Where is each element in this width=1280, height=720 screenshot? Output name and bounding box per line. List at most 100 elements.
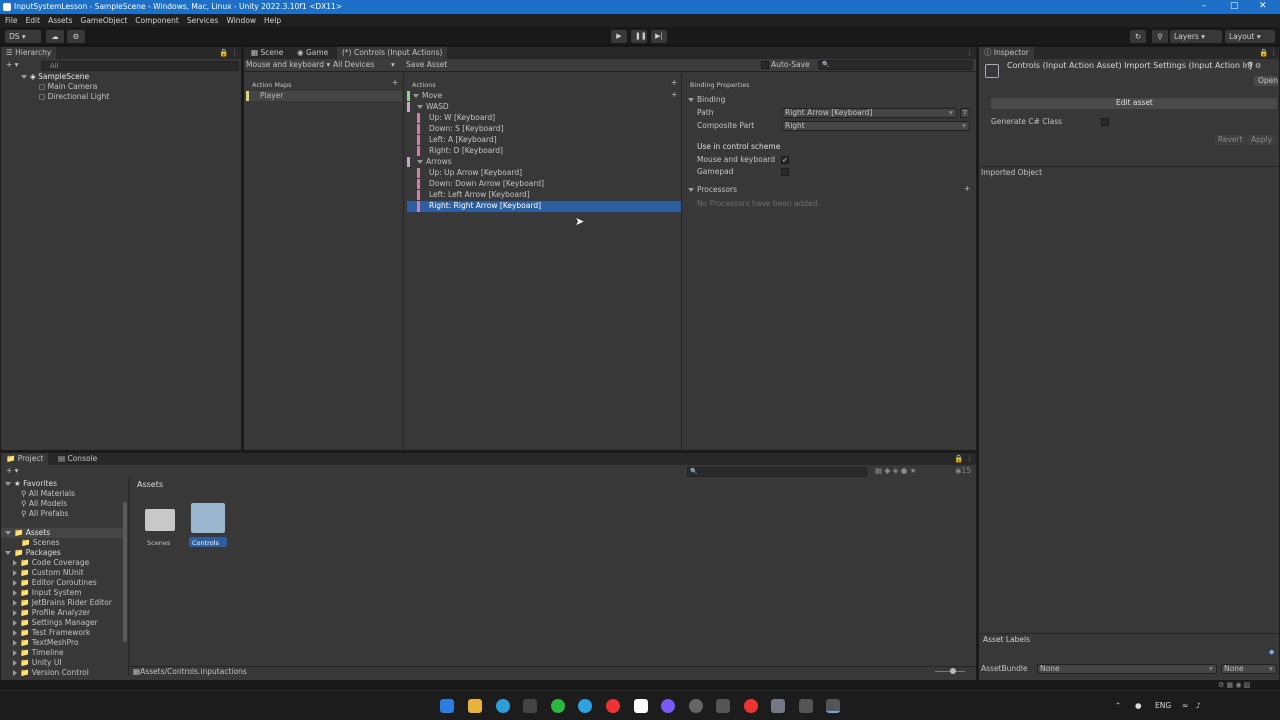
play-icon[interactable]: ▶ <box>611 30 627 43</box>
volume-icon[interactable]: ♪ <box>1196 701 1201 711</box>
binding-row[interactable]: Down: S [Keyboard] <box>407 124 681 134</box>
browser-icon[interactable] <box>744 699 758 713</box>
zoom-slider-handle[interactable] <box>950 668 956 674</box>
package-item[interactable]: 📁 Custom NUnit <box>13 568 84 578</box>
path-listen-button[interactable]: T <box>960 108 970 118</box>
hierarchy-item-directional-light[interactable]: ◻ Directional Light <box>39 92 109 102</box>
history-icon[interactable]: ↻ <box>1130 30 1146 43</box>
menu-file[interactable]: File <box>5 16 18 25</box>
asset-tile-scenes[interactable]: Scenes <box>141 501 181 549</box>
lock-icon[interactable]: 🔒 <box>1259 48 1268 58</box>
hierarchy-item-main-camera[interactable]: ◻ Main Camera <box>39 82 97 92</box>
settings-gear-icon[interactable] <box>771 699 785 713</box>
tree-scrollbar[interactable] <box>123 502 127 642</box>
add-binding-button[interactable]: + <box>671 90 677 100</box>
menu-component[interactable]: Component <box>135 16 179 25</box>
package-item[interactable]: 📁 Profile Analyzer <box>13 608 90 618</box>
asset-bundle-dropdown[interactable]: None ▾ <box>1037 664 1217 674</box>
github-icon[interactable] <box>689 699 703 713</box>
package-item[interactable]: 📁 Unity UI <box>13 658 62 668</box>
package-item[interactable]: 📁 Editor Coroutines <box>13 578 97 588</box>
filter-icons[interactable]: ▦ ◆ ◈ ● ★ <box>875 466 916 476</box>
action-move-row[interactable]: Move + <box>407 90 681 101</box>
auto-save-checkbox[interactable] <box>761 61 769 69</box>
favorite-item[interactable]: ⚲ All Prefabs <box>21 509 68 519</box>
package-item[interactable]: 📁 Timeline <box>13 648 64 658</box>
pause-icon[interactable]: ❚❚ <box>631 30 647 43</box>
open-button[interactable]: Open <box>1254 76 1278 86</box>
package-item[interactable]: 📁 JetBrains Rider Editor <box>13 598 112 608</box>
store-icon[interactable] <box>523 699 537 713</box>
favorite-item[interactable]: ⚲ All Materials <box>21 489 75 499</box>
binding-row[interactable]: Down: Down Arrow [Keyboard] <box>407 179 681 189</box>
edge-icon[interactable] <box>496 699 510 713</box>
favorite-item[interactable]: ⚲ All Models <box>21 499 67 509</box>
package-item[interactable]: 📁 Version Control <box>13 668 89 676</box>
actions-search-input[interactable]: 🔍 <box>818 60 973 70</box>
help-icon[interactable]: ❔ <box>1246 61 1255 71</box>
tray-chevron-icon[interactable]: ⌃ <box>1115 701 1121 711</box>
maximize-icon[interactable]: □ <box>1230 1 1239 11</box>
menu-help[interactable]: Help <box>264 16 281 25</box>
edit-asset-button[interactable]: Edit asset <box>991 98 1277 109</box>
status-icons[interactable]: ⚙ ▦ ◉ ▧ <box>1218 680 1250 690</box>
folder-scenes[interactable]: 📁 Scenes <box>21 538 60 548</box>
scene-row[interactable]: ◈ SampleScene <box>1 72 241 82</box>
close-icon[interactable]: ✕ <box>1259 1 1267 11</box>
binding-row[interactable]: Right: D [Keyboard] <box>407 146 681 156</box>
composite-part-dropdown[interactable]: Right ▾ <box>782 121 970 131</box>
generate-class-checkbox[interactable] <box>1101 118 1109 126</box>
menu-edit[interactable]: Edit <box>26 16 41 25</box>
revert-button[interactable]: Revert <box>1215 135 1245 145</box>
folder-assets[interactable]: 📁 Assets <box>1 528 127 538</box>
settings-icon[interactable]: ⚙ <box>1255 61 1261 71</box>
menu-window[interactable]: Window <box>226 16 256 25</box>
menu-services[interactable]: Services <box>187 16 219 25</box>
unity-icon[interactable] <box>799 699 813 713</box>
microphone-icon[interactable]: ● <box>1135 701 1142 711</box>
label-tag-icon[interactable]: ◆ <box>1269 647 1274 657</box>
add-processor-button[interactable]: + <box>964 184 970 194</box>
step-icon[interactable]: ▶| <box>651 30 667 43</box>
unity-editor-icon[interactable] <box>826 699 840 713</box>
scheme-mouse-keyboard-checkbox[interactable]: ✓ <box>781 156 789 164</box>
binding-row[interactable]: Up: Up Arrow [Keyboard] <box>407 168 681 178</box>
menu-assets[interactable]: Assets <box>48 16 72 25</box>
search-icon[interactable]: ⚲ <box>1152 30 1168 43</box>
telegram-icon[interactable] <box>578 699 592 713</box>
scheme-gamepad-checkbox[interactable] <box>781 168 789 176</box>
composite-wasd-row[interactable]: WASD <box>407 102 681 112</box>
notion-icon[interactable] <box>634 699 648 713</box>
account-button[interactable]: DS ▾ <box>5 30 41 43</box>
tab-project[interactable]: 📁 Project <box>1 453 49 465</box>
package-item[interactable]: 📁 Code Coverage <box>13 558 89 568</box>
composite-arrows-row[interactable]: Arrows <box>407 157 681 167</box>
project-search-input[interactable]: 🔍 <box>687 467 867 477</box>
menu-gameobject[interactable]: GameObject <box>81 16 128 25</box>
asset-variant-dropdown[interactable]: None ▾ <box>1221 664 1277 674</box>
hierarchy-tab[interactable]: ☰ Hierarchy <box>1 47 57 59</box>
package-item[interactable]: 📁 Input System <box>13 588 82 598</box>
cloud-icon[interactable]: ☁ <box>46 30 64 43</box>
binding-row[interactable]: Left: Left Arrow [Keyboard] <box>407 190 681 200</box>
tab-input-actions[interactable]: (*) Controls (Input Actions) <box>337 47 448 59</box>
create-asset-button[interactable]: + ▾ <box>6 466 18 476</box>
file-explorer-icon[interactable] <box>468 699 482 713</box>
hierarchy-search-input[interactable]: All <box>41 61 239 71</box>
center-kebab-icon[interactable]: ⋮ <box>966 48 974 58</box>
add-object-button[interactable]: + ▾ <box>6 60 18 70</box>
binding-row[interactable]: Left: A [Keyboard] <box>407 135 681 145</box>
kebab-menu-icon[interactable]: ⋮ <box>1270 48 1278 58</box>
unity-hub-icon[interactable] <box>716 699 730 713</box>
start-icon[interactable] <box>440 699 454 713</box>
hidden-count-icon[interactable]: ◉15 <box>955 466 971 476</box>
kebab-menu-icon[interactable]: ⋮ <box>966 454 974 464</box>
add-action-button[interactable]: + <box>671 78 677 88</box>
asset-tile-controls[interactable]: Controls <box>187 501 229 549</box>
lock-icon[interactable]: 🔒 <box>954 454 963 464</box>
save-asset-button[interactable]: Save Asset <box>406 60 447 70</box>
action-map-player[interactable]: Player <box>246 91 402 101</box>
path-dropdown[interactable]: Right Arrow [Keyboard] ▾ <box>782 108 957 118</box>
messenger-icon[interactable] <box>661 699 675 713</box>
apply-button[interactable]: Apply <box>1247 135 1277 145</box>
